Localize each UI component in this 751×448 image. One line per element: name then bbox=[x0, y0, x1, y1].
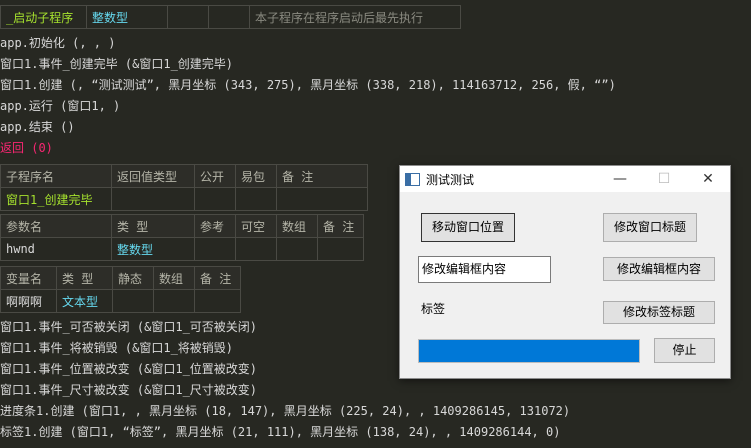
table-cell[interactable] bbox=[111, 187, 195, 211]
code-line[interactable]: 标签1.创建 (窗口1, “标签”, 黑月坐标 (21, 111), 黑月坐标 … bbox=[0, 422, 560, 443]
param-table: 参数名 类 型 参考 可空 数组 备 注 hwnd 整数型 bbox=[0, 214, 364, 261]
code-line[interactable]: 窗口1.事件_尺寸被改变 (&窗口1_尺寸被改变) bbox=[0, 380, 257, 401]
variable-name[interactable]: 啊啊啊 bbox=[0, 289, 57, 313]
startup-cell[interactable] bbox=[167, 5, 209, 29]
window-app-icon bbox=[405, 173, 420, 186]
code-line[interactable]: app.运行 (窗口1, ) bbox=[0, 96, 120, 117]
code-line[interactable]: 进度条1.创建 (窗口1, , 黑月坐标 (18, 147), 黑月坐标 (22… bbox=[0, 401, 570, 422]
change-label-button[interactable]: 修改标签标题 bbox=[603, 301, 715, 324]
col-header: 子程序名 bbox=[0, 164, 112, 188]
code-line[interactable]: 窗口1.创建 (, “测试测试”, 黑月坐标 (343, 275), 黑月坐标 … bbox=[0, 75, 616, 96]
startup-return-type[interactable]: 整数型 bbox=[86, 5, 168, 29]
code-line[interactable]: 窗口1.事件_创建完毕 (&窗口1_创建完毕) bbox=[0, 54, 233, 75]
window-titlebar[interactable]: 测试测试 — ☐ ✕ bbox=[400, 166, 730, 192]
change-edit-button[interactable]: 修改编辑框内容 bbox=[603, 257, 715, 281]
label-text: 标签 bbox=[421, 302, 446, 316]
variable-type[interactable]: 文本型 bbox=[56, 289, 113, 313]
code-line[interactable]: 窗口1.事件_将被销毁 (&窗口1_将被销毁) bbox=[0, 338, 233, 359]
col-header: 变量名 bbox=[0, 266, 57, 290]
progress-bar bbox=[418, 339, 640, 363]
table-cell[interactable] bbox=[112, 289, 154, 313]
col-header: 备 注 bbox=[194, 266, 241, 290]
progress-fill bbox=[419, 340, 639, 362]
minimize-icon[interactable]: — bbox=[598, 166, 642, 192]
col-header: 易包 bbox=[235, 164, 277, 188]
table-cell[interactable] bbox=[153, 289, 195, 313]
subroutine-name[interactable]: 窗口1_创建完毕 bbox=[0, 187, 112, 211]
startup-sub-name[interactable]: _启动子程序 bbox=[0, 5, 87, 29]
col-header: 静态 bbox=[112, 266, 154, 290]
maximize-icon[interactable]: ☐ bbox=[642, 166, 686, 192]
col-header: 参考 bbox=[194, 214, 236, 238]
close-icon[interactable]: ✕ bbox=[686, 166, 730, 192]
startup-remark[interactable]: 本子程序在程序启动后最先执行 bbox=[249, 5, 461, 29]
table-cell[interactable] bbox=[276, 187, 368, 211]
table-cell[interactable] bbox=[194, 237, 236, 261]
code-line-return[interactable]: 返回 (0) bbox=[0, 138, 53, 159]
move-window-button[interactable]: 移动窗口位置 bbox=[421, 213, 515, 242]
col-header: 类 型 bbox=[111, 214, 195, 238]
col-header: 可空 bbox=[235, 214, 277, 238]
col-header: 公开 bbox=[194, 164, 236, 188]
variable-table: 变量名 类 型 静态 数组 备 注 啊啊啊 文本型 bbox=[0, 266, 241, 313]
col-header: 备 注 bbox=[276, 164, 368, 188]
col-header: 备 注 bbox=[317, 214, 364, 238]
col-header: 返回值类型 bbox=[111, 164, 195, 188]
test-window[interactable]: 测试测试 — ☐ ✕ 移动窗口位置 修改窗口标题 修改编辑框内容 修改编辑框内容… bbox=[399, 165, 731, 379]
col-header: 数组 bbox=[276, 214, 318, 238]
table-cell[interactable] bbox=[276, 237, 318, 261]
subroutine-table: 子程序名 返回值类型 公开 易包 备 注 窗口1_创建完毕 bbox=[0, 164, 368, 211]
col-header: 数组 bbox=[153, 266, 195, 290]
code-line[interactable]: 窗口1.事件_位置被改变 (&窗口1_位置被改变) bbox=[0, 359, 257, 380]
table-cell[interactable] bbox=[194, 289, 241, 313]
startup-cell[interactable] bbox=[208, 5, 250, 29]
change-title-button[interactable]: 修改窗口标题 bbox=[603, 213, 697, 242]
col-header: 参数名 bbox=[0, 214, 112, 238]
table-cell[interactable] bbox=[235, 237, 277, 261]
table-cell[interactable] bbox=[317, 237, 364, 261]
window-title: 测试测试 bbox=[426, 173, 475, 187]
table-cell[interactable] bbox=[235, 187, 277, 211]
startup-table: _启动子程序 整数型 本子程序在程序启动后最先执行 bbox=[0, 5, 461, 29]
code-line[interactable]: app.结束 () bbox=[0, 117, 75, 138]
param-name[interactable]: hwnd bbox=[0, 237, 112, 261]
stop-button[interactable]: 停止 bbox=[654, 338, 715, 363]
col-header: 类 型 bbox=[56, 266, 113, 290]
text-edit-field[interactable]: 修改编辑框内容 bbox=[418, 256, 551, 283]
code-line[interactable]: 窗口1.事件_可否被关闭 (&窗口1_可否被关闭) bbox=[0, 317, 257, 338]
code-line[interactable]: app.初始化 (, , ) bbox=[0, 33, 115, 54]
table-cell[interactable] bbox=[194, 187, 236, 211]
param-type[interactable]: 整数型 bbox=[111, 237, 195, 261]
